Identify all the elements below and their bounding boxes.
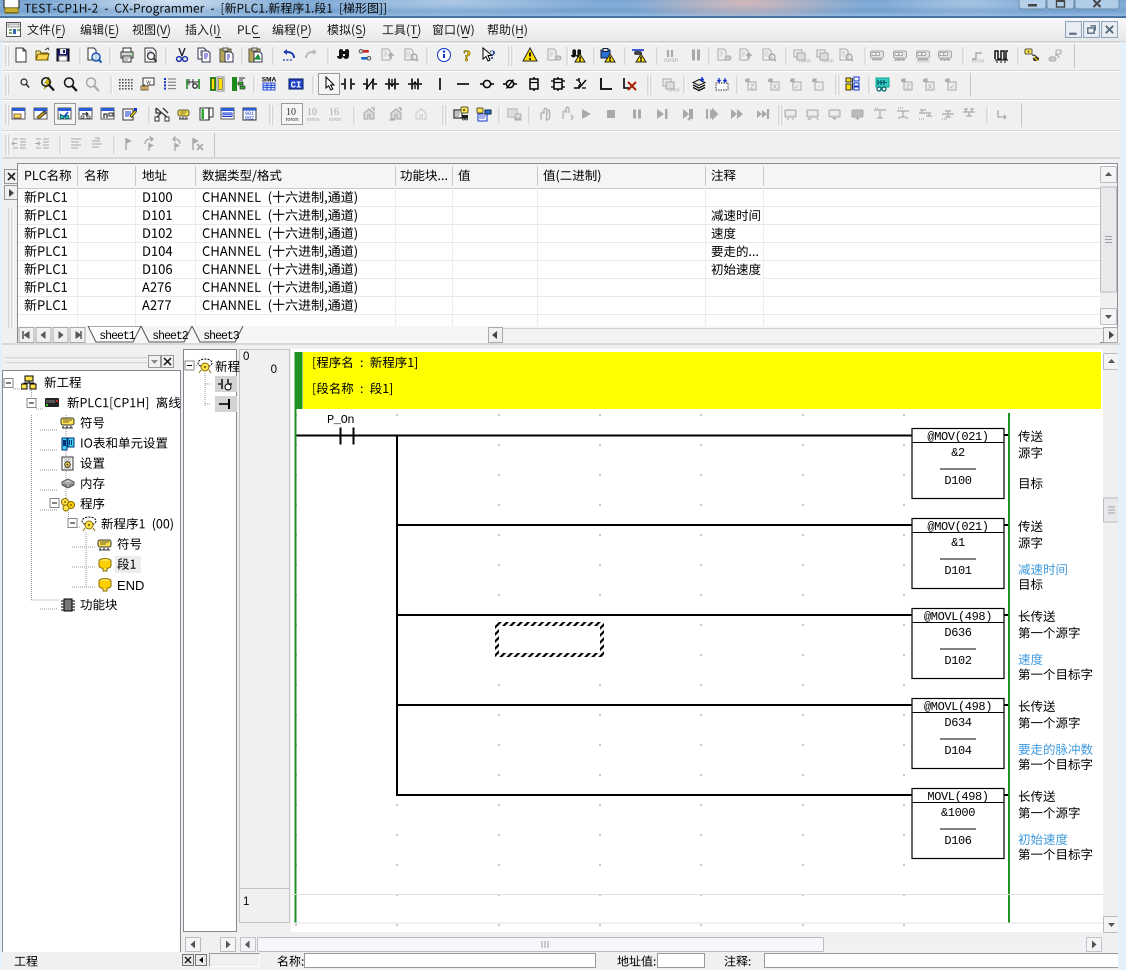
svg-text:SMA: SMA	[262, 77, 277, 84]
svg-text:Z: Z	[750, 84, 755, 91]
svg-text:roron: roron	[668, 88, 680, 94]
svg-text:X: X	[773, 84, 778, 91]
svg-text:Z: Z	[906, 84, 911, 91]
svg-text:w: w	[145, 80, 151, 86]
svg-text:✓: ✓	[794, 84, 800, 91]
svg-text:?: ?	[463, 48, 471, 65]
svg-text:?: ?	[489, 47, 496, 62]
svg-text:X: X	[928, 84, 933, 91]
svg-text:roron: roron	[286, 117, 299, 123]
svg-text:roron: roron	[329, 117, 342, 123]
svg-text:roron: roron	[799, 59, 811, 65]
svg-text:roron: roron	[822, 59, 834, 65]
svg-text:✓: ✓	[949, 84, 955, 91]
svg-text:roron: roron	[664, 58, 678, 64]
svg-text:CI: CI	[291, 81, 302, 91]
svg-text:002: 002	[245, 116, 254, 122]
svg-text:roron: roron	[307, 117, 320, 123]
svg-text:roron: roron	[972, 59, 985, 65]
svg-text:roron: roron	[917, 59, 930, 65]
